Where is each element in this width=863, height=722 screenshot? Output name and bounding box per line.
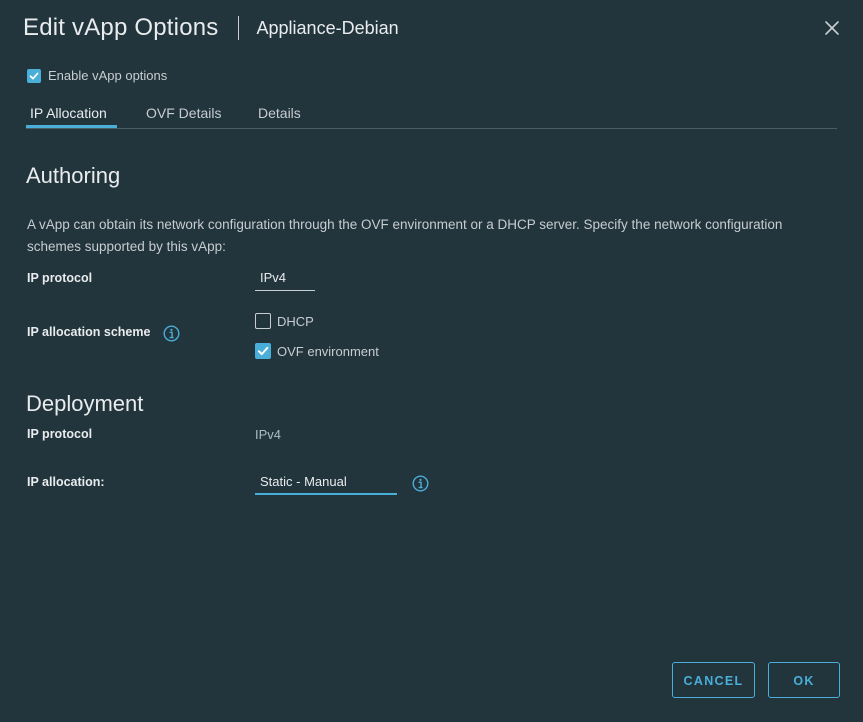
title-separator: [237, 16, 239, 40]
enable-vapp-options[interactable]: Enable vApp options: [27, 68, 167, 83]
close-icon: [825, 21, 839, 35]
deployment-ip-protocol-value: IPv4: [255, 427, 282, 442]
checkmark-icon: [29, 72, 39, 79]
dialog-title: Edit vApp Options: [23, 14, 219, 41]
ovf-environment-checkbox[interactable]: [255, 343, 271, 359]
info-icon: [412, 475, 429, 492]
enable-vapp-checkbox[interactable]: [27, 68, 41, 83]
tab-ovf-details[interactable]: OVF Details: [146, 105, 221, 129]
close-button[interactable]: [823, 19, 841, 37]
tab-bar: IP Allocation OVF Details Details: [26, 98, 837, 129]
dialog-header: Edit vApp Options Appliance-Debian: [23, 12, 399, 44]
ip-allocation-scheme-label: IP allocation scheme: [27, 325, 151, 339]
allocation-info-button[interactable]: [412, 475, 429, 492]
ovf-environment-label: OVF environment: [277, 343, 379, 359]
dhcp-checkbox[interactable]: [255, 313, 271, 329]
edit-vapp-options-dialog: Edit vApp Options Appliance-Debian Enabl…: [0, 0, 863, 722]
ip-allocation-label: IP allocation:: [27, 475, 105, 489]
authoring-ip-protocol-select[interactable]: IPv4: [255, 270, 315, 291]
tab-details[interactable]: Details: [258, 105, 301, 129]
scheme-option-dhcp[interactable]: DHCP: [255, 313, 314, 329]
active-tab-indicator: [26, 125, 117, 128]
scheme-info-button[interactable]: [163, 325, 180, 342]
checkmark-icon: [257, 346, 269, 356]
ok-button[interactable]: OK: [768, 662, 840, 698]
deployment-heading: Deployment: [26, 391, 144, 416]
authoring-ip-protocol-label: IP protocol: [27, 271, 93, 285]
dialog-subtitle: Appliance-Debian: [256, 18, 399, 38]
enable-vapp-label: Enable vApp options: [48, 68, 168, 83]
authoring-description: A vApp can obtain its network configurat…: [27, 217, 783, 254]
info-icon: [163, 325, 180, 342]
dhcp-label: DHCP: [277, 313, 314, 329]
cancel-button[interactable]: CANCEL: [672, 662, 755, 698]
authoring-heading: Authoring: [26, 163, 121, 188]
ip-allocation-select[interactable]: Static - Manual: [255, 474, 397, 495]
scheme-option-ovf-environment[interactable]: OVF environment: [255, 343, 379, 359]
deployment-ip-protocol-label: IP protocol: [27, 427, 93, 441]
